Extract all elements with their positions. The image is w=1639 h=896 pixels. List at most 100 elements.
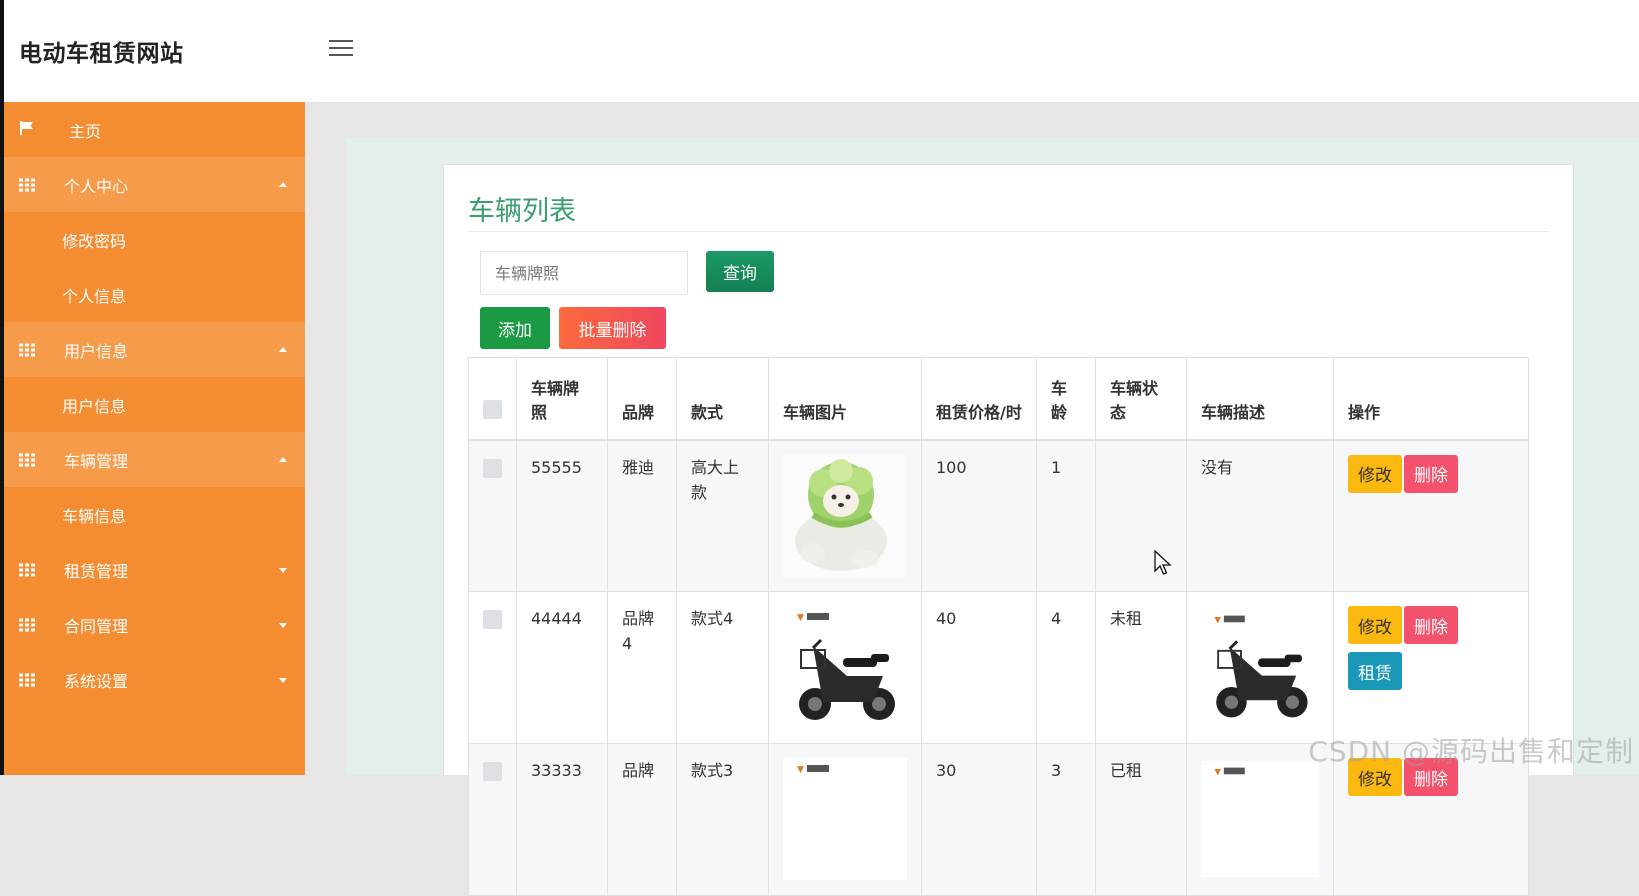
hamburger-icon[interactable] (329, 40, 353, 60)
table-row: 55555 雅迪 高大上款 100 1 没有 修改 删除 (468, 439, 1529, 592)
header-desc: 车辆描述 (1186, 357, 1334, 441)
header-style: 款式 (676, 357, 769, 441)
cell-brand: 品牌4 (607, 591, 677, 744)
sidebar-group-label: 车辆管理 (64, 451, 129, 471)
cell-brand: 雅迪 (607, 439, 677, 592)
select-all-cell (468, 357, 517, 441)
table-row: 44444 品牌4 款式4 ▼ 40 4 未租 ▼ 修改 删除 租赁 (468, 591, 1529, 744)
cell-style: 款式3 (676, 743, 769, 896)
flag-icon (19, 120, 35, 140)
grid-icon (19, 178, 35, 191)
sidebar-group-personal[interactable]: 个人中心 (4, 157, 305, 212)
cell-status (1095, 439, 1187, 592)
sidebar-item-personal-info[interactable]: 个人信息 (4, 267, 305, 322)
cell-price: 30 (921, 743, 1037, 896)
svg-text:▼: ▼ (797, 613, 804, 623)
cell-age: 1 (1036, 439, 1096, 592)
delete-button[interactable]: 删除 (1404, 454, 1458, 493)
cell-image (768, 439, 922, 592)
mouse-cursor-icon (1154, 550, 1172, 575)
cell-plate: 44444 (516, 591, 608, 744)
sidebar-group-label: 个人中心 (64, 176, 129, 196)
header-price: 租赁价格/时 (921, 357, 1037, 441)
cell-style: 高大上款 (676, 439, 769, 592)
cell-status: 未租 (1095, 591, 1187, 744)
sidebar-group-label: 用户信息 (64, 341, 129, 361)
cell-plate: 33333 (516, 743, 608, 896)
sidebar-group-settings[interactable]: 系统设置 (4, 652, 305, 707)
select-all-checkbox[interactable] (483, 399, 502, 419)
caret-down-icon (279, 677, 287, 683)
header-plate: 车辆牌照 (516, 357, 608, 441)
caret-up-icon (279, 456, 287, 462)
e-scooter-picture: ▼ (1201, 760, 1319, 878)
row-checkbox[interactable] (483, 610, 502, 629)
watermark: CSDN @源码出售和定制 (1308, 735, 1634, 768)
table-header-row: 车辆牌照 品牌 款式 车辆图片 租赁价格/时 车龄 车辆状态 车辆描述 操作 (468, 357, 1529, 441)
add-button[interactable]: 添加 (480, 307, 550, 349)
cell-style: 款式4 (676, 591, 769, 744)
vehicle-list-card: 车辆列表 查询 添加 批量删除 车辆牌照 品牌 款式 车辆图片 租赁价格/时 车… (443, 164, 1574, 896)
grid-icon (19, 673, 35, 686)
cell-actions: 修改 删除 (1333, 439, 1529, 592)
e-scooter-picture: ▼ (783, 758, 907, 880)
svg-text:▼: ▼ (1214, 615, 1221, 625)
cell-image: ▼ (768, 743, 922, 896)
sidebar-group-rental[interactable]: 租赁管理 (4, 542, 305, 597)
cell-actions: 修改 删除 租赁 (1333, 591, 1529, 744)
sidebar-item-user-info[interactable]: 用户信息 (4, 377, 305, 432)
rent-button[interactable]: 租赁 (1348, 652, 1402, 690)
row-select-cell (468, 743, 517, 896)
header-image: 车辆图片 (768, 357, 922, 441)
page-title: 车辆列表 (468, 196, 576, 227)
app-title: 电动车租赁网站 (19, 41, 184, 67)
row-select-cell (468, 591, 517, 744)
row-checkbox[interactable] (483, 458, 502, 478)
sidebar-group-label: 系统设置 (64, 671, 129, 691)
cell-image: ▼ (768, 591, 922, 744)
header-actions: 操作 (1333, 357, 1529, 441)
cell-status: 已租 (1095, 743, 1187, 896)
sidebar-item-change-password[interactable]: 修改密码 (4, 212, 305, 267)
e-scooter-picture: ▼ (783, 606, 907, 728)
sidebar-item-home[interactable]: 主页 (4, 102, 305, 157)
edit-button[interactable]: 修改 (1348, 454, 1402, 493)
sidebar-group-vehicles[interactable]: 车辆管理 (4, 432, 305, 487)
grid-icon (19, 563, 35, 576)
vehicle-table: 车辆牌照 品牌 款式 车辆图片 租赁价格/时 车龄 车辆状态 车辆描述 操作 5… (468, 357, 1529, 896)
sidebar: 主页 个人中心 修改密码 个人信息 用户信息 用户信息 车辆管理 车辆信息 租赁… (0, 102, 305, 775)
sidebar-group-users[interactable]: 用户信息 (4, 322, 305, 377)
plate-search-input[interactable] (480, 251, 688, 295)
grid-icon (19, 453, 35, 466)
cell-desc: 没有 (1186, 439, 1334, 592)
cell-desc: ▼ (1186, 591, 1334, 744)
cell-plate: 55555 (516, 439, 608, 592)
header-age: 车龄 (1036, 357, 1096, 441)
header-status: 车辆状态 (1095, 357, 1187, 441)
sidebar-item-label: 主页 (69, 121, 102, 141)
cell-price: 100 (921, 439, 1037, 592)
cell-brand: 品牌 (607, 743, 677, 896)
delete-button[interactable]: 删除 (1404, 606, 1458, 644)
caret-up-icon (279, 181, 287, 187)
caret-down-icon (279, 567, 287, 573)
row-select-cell (468, 439, 517, 592)
title-divider (468, 231, 1549, 232)
caret-down-icon (279, 622, 287, 628)
caret-up-icon (279, 346, 287, 352)
top-header: 电动车租赁网站 (0, 0, 1639, 102)
cell-price: 40 (921, 591, 1037, 744)
row-checkbox[interactable] (483, 762, 502, 781)
edit-button[interactable]: 修改 (1348, 606, 1402, 644)
grid-icon (19, 618, 35, 631)
batch-delete-button[interactable]: 批量删除 (559, 307, 666, 349)
query-button[interactable]: 查询 (706, 251, 774, 292)
sidebar-group-contracts[interactable]: 合同管理 (4, 597, 305, 652)
svg-text:▼: ▼ (1214, 767, 1221, 777)
cabbage-dog-picture (783, 454, 907, 577)
e-scooter-picture: ▼ (1201, 608, 1319, 726)
sidebar-group-label: 租赁管理 (64, 561, 129, 581)
grid-icon (19, 343, 35, 356)
sidebar-item-vehicle-info[interactable]: 车辆信息 (4, 487, 305, 542)
svg-text:▼: ▼ (797, 765, 804, 775)
